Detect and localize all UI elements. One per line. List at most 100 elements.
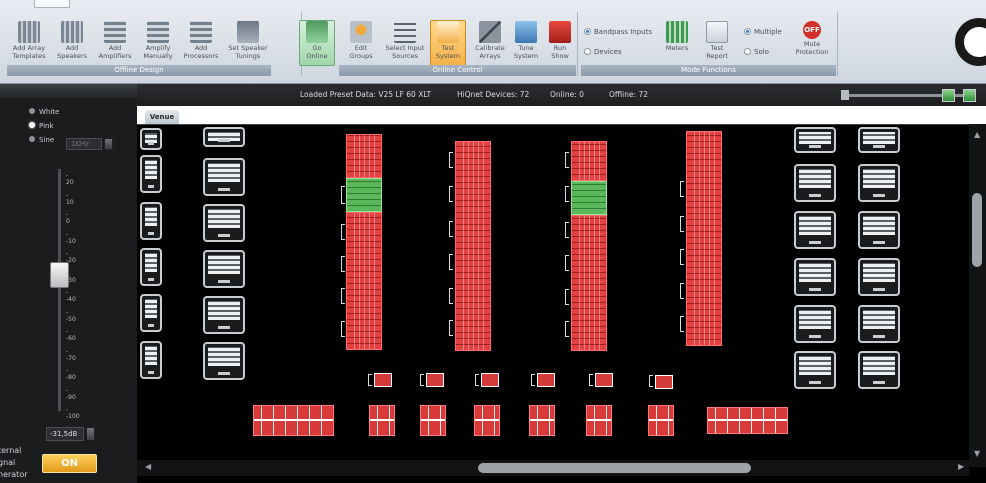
group-bracket — [531, 374, 535, 386]
level-db-field[interactable]: -31,5dB — [46, 427, 84, 441]
subwoofer-array[interactable] — [369, 405, 395, 436]
online-count: Online: 0 — [550, 90, 584, 99]
line-array[interactable] — [571, 215, 607, 351]
amp-rack[interactable] — [203, 127, 245, 147]
amp-rack[interactable] — [794, 351, 836, 389]
scroll-down-icon[interactable]: ▼ — [974, 449, 980, 458]
test-system-button[interactable]: Test System — [430, 20, 466, 66]
amp-rack[interactable] — [140, 202, 162, 240]
horizontal-scrollbar-thumb[interactable] — [478, 463, 751, 473]
array-templates-icon — [18, 21, 40, 43]
subwoofer-array[interactable] — [529, 405, 555, 436]
amp-rack[interactable] — [203, 158, 245, 196]
solo-radio[interactable]: Solo — [744, 48, 769, 56]
group-bracket — [449, 186, 453, 202]
processor-device[interactable] — [426, 373, 444, 387]
add-amplifiers-button[interactable]: Add Amplifiers — [94, 20, 136, 66]
scroll-right-icon[interactable]: ▶ — [958, 462, 964, 471]
line-array-selected[interactable] — [346, 178, 382, 212]
amplifiers-icon — [104, 21, 126, 43]
mute-protection-button[interactable]: OFF Mute Protection — [790, 20, 834, 66]
processor-device[interactable] — [595, 373, 613, 387]
amp-rack[interactable] — [858, 211, 900, 249]
add-processors-button[interactable]: Add Processors — [180, 20, 222, 66]
tab-venue[interactable]: Venue — [145, 110, 179, 124]
zoom-extents-icon[interactable] — [963, 89, 976, 102]
amp-rack[interactable] — [203, 250, 245, 288]
line-array[interactable] — [346, 134, 382, 178]
add-speakers-button[interactable]: Add Speakers — [51, 20, 93, 66]
line-array[interactable] — [455, 141, 491, 351]
amp-rack[interactable] — [858, 127, 900, 153]
radio-dot-icon — [744, 48, 751, 55]
scroll-up-icon[interactable]: ▲ — [974, 130, 980, 139]
ribbon-home-tab[interactable] — [34, 0, 70, 8]
line-array[interactable] — [686, 131, 722, 346]
group-bracket — [368, 374, 372, 386]
test-report-button[interactable]: Test Report — [698, 20, 736, 66]
set-speaker-tunings-button[interactable]: Set Speaker Tunings — [225, 20, 271, 66]
subwoofer-array[interactable] — [420, 405, 446, 436]
vertical-scrollbar[interactable] — [969, 124, 986, 467]
amp-rack[interactable] — [794, 305, 836, 343]
amp-rack[interactable] — [140, 248, 162, 286]
line-array[interactable] — [346, 212, 382, 350]
go-online-button[interactable]: Go Online — [299, 20, 335, 66]
devices-radio[interactable]: Devices — [584, 48, 622, 56]
line-array-selected[interactable] — [571, 181, 607, 215]
frequency-field[interactable]: 1KHz — [66, 138, 102, 150]
calibrate-arrays-button[interactable]: Calibrate Arrays — [469, 20, 511, 66]
processor-device[interactable] — [655, 375, 673, 389]
subwoofer-array[interactable] — [648, 405, 674, 436]
meters-icon — [666, 21, 688, 43]
pink-noise-radio[interactable]: Pink — [29, 122, 54, 130]
amp-rack[interactable] — [203, 204, 245, 242]
amp-rack[interactable] — [794, 164, 836, 202]
frequency-spinner[interactable] — [104, 138, 113, 150]
scroll-left-icon[interactable]: ◀ — [145, 462, 151, 471]
zoom-slider-thumb[interactable] — [841, 90, 849, 100]
amp-rack[interactable] — [140, 128, 162, 150]
sine-radio[interactable]: Sine — [29, 136, 54, 144]
amp-rack[interactable] — [794, 258, 836, 296]
generator-label-line3: nerator — [0, 470, 28, 479]
group-bracket — [680, 283, 684, 299]
vertical-scrollbar-thumb[interactable] — [972, 193, 982, 267]
bandpass-inputs-radio[interactable]: Bandpass Inputs — [584, 28, 652, 36]
amp-rack[interactable] — [858, 258, 900, 296]
level-spinner[interactable] — [86, 427, 95, 441]
amp-rack[interactable] — [858, 351, 900, 389]
amp-rack[interactable] — [858, 164, 900, 202]
level-fader-track[interactable] — [58, 169, 61, 411]
tune-system-button[interactable]: Tune System — [508, 20, 544, 66]
mute-off-icon: OFF — [803, 21, 821, 39]
amp-rack[interactable] — [203, 296, 245, 334]
white-noise-radio[interactable]: White — [29, 108, 59, 116]
amp-rack[interactable] — [140, 155, 162, 193]
generator-on-button[interactable]: ON — [42, 454, 97, 473]
line-array[interactable] — [571, 141, 607, 181]
processor-device[interactable] — [481, 373, 499, 387]
multiple-radio[interactable]: Multiple — [744, 28, 782, 36]
add-array-templates-button[interactable]: Add Array Templates — [8, 20, 50, 66]
amp-rack[interactable] — [794, 127, 836, 153]
ribbon-toolbar: Add Array Templates Add Speakers Add Amp… — [0, 0, 986, 84]
amp-rack[interactable] — [140, 294, 162, 332]
processor-device[interactable] — [537, 373, 555, 387]
edit-groups-button[interactable]: Edit Groups — [340, 20, 382, 66]
amp-rack[interactable] — [203, 342, 245, 380]
subwoofer-array[interactable] — [586, 405, 612, 436]
meters-button[interactable]: Meters — [658, 20, 696, 66]
amp-rack[interactable] — [794, 211, 836, 249]
subwoofer-array[interactable] — [474, 405, 500, 436]
processor-device[interactable] — [374, 373, 392, 387]
select-input-sources-button[interactable]: Select Input Sources — [382, 20, 428, 66]
subwoofer-array[interactable] — [253, 405, 334, 436]
amp-rack[interactable] — [858, 305, 900, 343]
zoom-fit-icon[interactable] — [942, 89, 955, 102]
subwoofer-array[interactable] — [707, 407, 788, 434]
fader-tick-label: - -50 — [66, 308, 76, 323]
run-show-button[interactable]: Run Show — [542, 20, 578, 66]
amp-rack[interactable] — [140, 341, 162, 379]
amplify-manually-button[interactable]: Amplify Manually — [137, 20, 179, 66]
